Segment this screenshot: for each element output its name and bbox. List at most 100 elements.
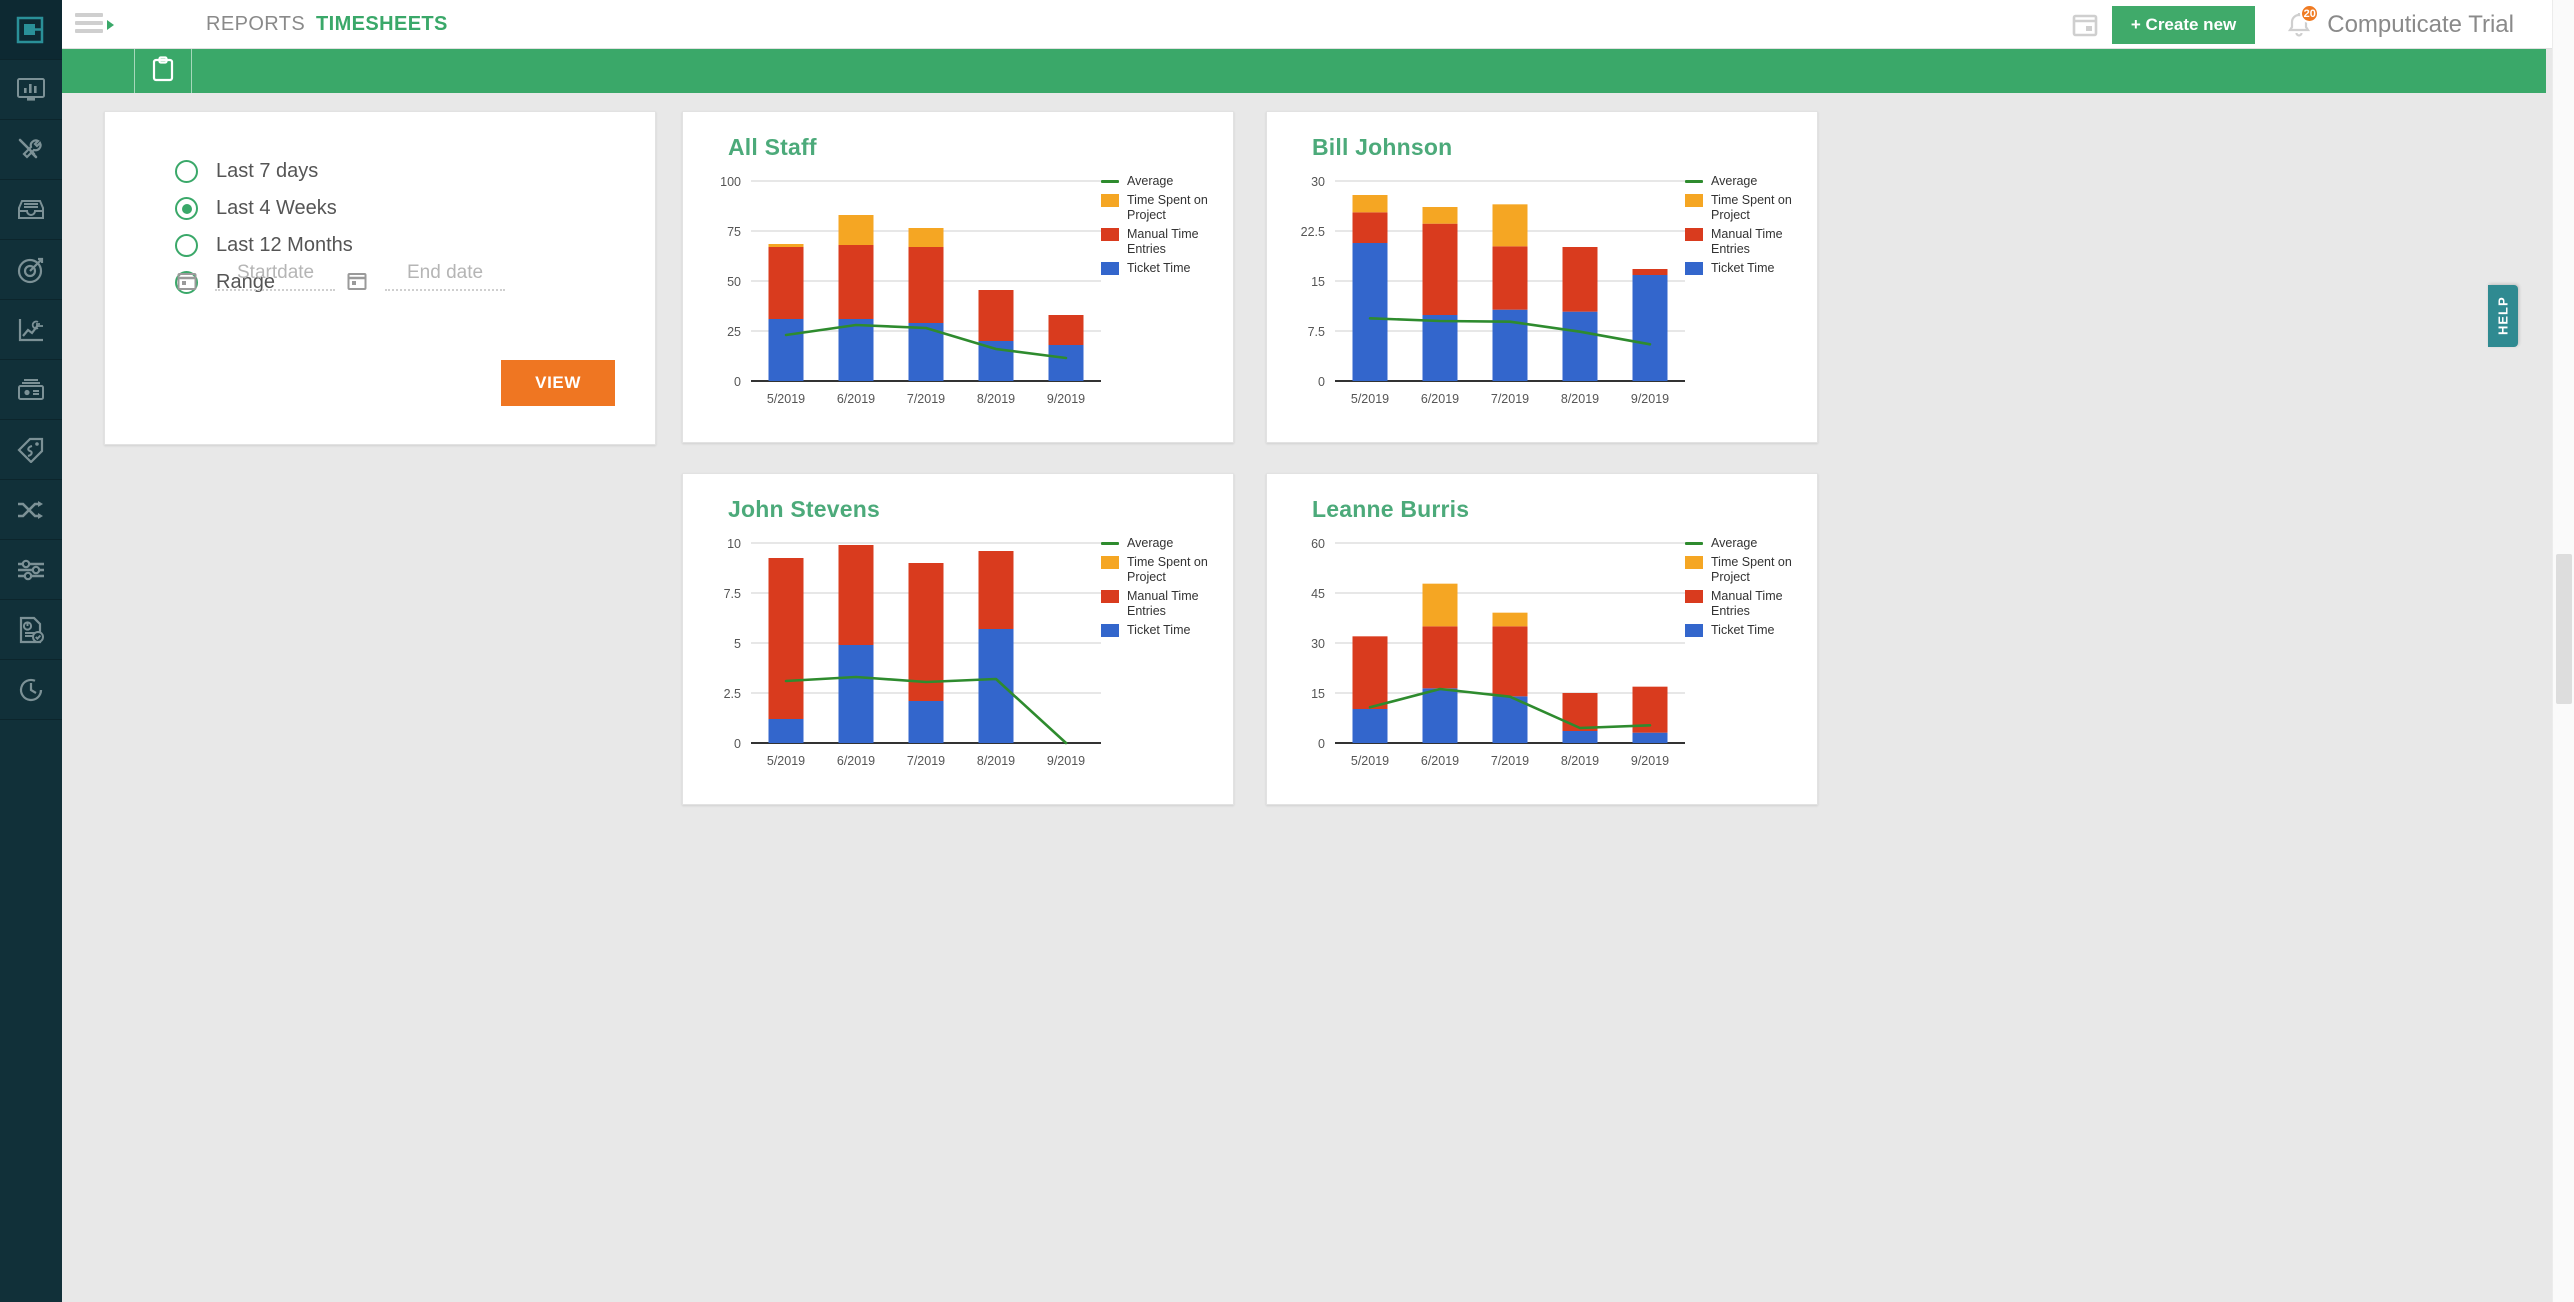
svg-text:6/2019: 6/2019 — [837, 754, 875, 768]
legend-swatch-icon — [1685, 542, 1703, 545]
legend-item[interactable]: Manual Time Entries — [1101, 227, 1219, 257]
chart-plot: 0 7.5 15 22.5 30 5/2019 6/2019 7/2019 8/2019 9/20… — [1267, 167, 1697, 417]
euro-line-chart-icon — [18, 318, 43, 341]
svg-text:8/2019: 8/2019 — [977, 392, 1015, 406]
legend-label: Ticket Time — [1127, 623, 1191, 637]
sidebar-item-revenue[interactable] — [0, 300, 62, 360]
legend-item[interactable]: Average — [1685, 174, 1803, 189]
legend-item[interactable]: Average — [1101, 536, 1219, 551]
sidebar-item-tools[interactable] — [0, 120, 62, 180]
svg-text:0: 0 — [1318, 375, 1325, 389]
legend-item[interactable]: Manual Time Entries — [1101, 589, 1219, 619]
svg-text:6/2019: 6/2019 — [1421, 754, 1459, 768]
chart-title: John Stevens — [728, 496, 880, 522]
end-date-field[interactable] — [347, 262, 505, 291]
start-date-input[interactable] — [215, 262, 335, 291]
sidebar-item-reports[interactable] — [0, 600, 62, 660]
legend-label: Ticket Time — [1711, 261, 1775, 275]
chart-legend: Average Time Spent on Project Manual Time … — [1101, 536, 1219, 642]
tab-reports[interactable]: REPORTS — [192, 0, 319, 49]
svg-text:7.5: 7.5 — [724, 587, 741, 601]
sidebar-item-settings[interactable] — [0, 540, 62, 600]
chart-plot: 0 25 50 75 100 5/2019 6/2019 7/2019 8/2019 9/2019 — [683, 167, 1113, 417]
legend-swatch-icon — [1685, 624, 1703, 637]
svg-text:9/2019: 9/2019 — [1047, 392, 1085, 406]
sidebar-item-dashboard[interactable] — [0, 60, 62, 120]
sidebar-item-billing[interactable] — [0, 360, 62, 420]
sliders-icon — [18, 559, 44, 580]
chart-svg: 0 25 50 75 100 5/2019 6/2019 7/2019 8/2019 9/2019 — [720, 175, 1101, 406]
timesheets-toolbar-button[interactable] — [134, 45, 192, 93]
sidebar-item-timesheets[interactable] — [0, 660, 62, 720]
report-check-icon — [19, 616, 44, 643]
vertical-scrollbar[interactable] — [2552, 0, 2574, 1302]
account-name[interactable]: Computicate Trial — [2327, 11, 2574, 39]
view-button[interactable]: VIEW — [501, 360, 615, 406]
chart-card-bill-johnson: Bill Johnson 0 7.5 15 22.5 30 5/2019 6/2019 7/2… — [1266, 111, 1818, 443]
sidebar-item-targets[interactable] — [0, 240, 62, 300]
date-filter-panel: Last 7 days Last 4 Weeks Last 12 Months … — [104, 111, 656, 445]
legend-swatch-icon — [1101, 624, 1119, 637]
chart-title: Leanne Burris — [1312, 496, 1470, 522]
sidebar-item-inbox[interactable] — [0, 180, 62, 240]
legend-item[interactable]: Manual Time Entries — [1685, 227, 1803, 257]
legend-swatch-icon — [1101, 228, 1119, 241]
legend-item[interactable]: Time Spent on Project — [1101, 193, 1219, 223]
tab-timesheets[interactable]: TIMESHEETS — [302, 0, 462, 49]
svg-text:22.5: 22.5 — [1301, 225, 1325, 239]
top-bar-actions: + Create new 20 Computicate Trial — [2058, 0, 2574, 49]
radio-icon — [175, 197, 198, 220]
legend-item[interactable]: Time Spent on Project — [1685, 555, 1803, 585]
sidebar-item-products[interactable] — [0, 420, 62, 480]
sidebar-item-logo[interactable] — [0, 0, 62, 60]
radio-label: Last 12 Months — [216, 234, 353, 256]
notifications-button[interactable]: 20 — [2271, 0, 2327, 49]
svg-text:10: 10 — [727, 537, 741, 551]
help-tab-button[interactable]: HELP — [2488, 285, 2518, 347]
chart-plot: 0 15 30 45 60 5/2019 6/2019 7/2019 8/2019 9/2019 — [1267, 529, 1697, 779]
chart-legend: Average Time Spent on Project Manual Time … — [1685, 536, 1803, 642]
start-date-field[interactable] — [177, 262, 335, 291]
svg-text:0: 0 — [734, 737, 741, 751]
svg-text:7/2019: 7/2019 — [907, 392, 945, 406]
legend-item[interactable]: Time Spent on Project — [1101, 555, 1219, 585]
legend-label: Average — [1127, 536, 1174, 550]
scrollbar-thumb[interactable] — [2556, 554, 2572, 704]
legend-item[interactable]: Ticket Time — [1685, 623, 1803, 638]
legend-label: Average — [1127, 174, 1174, 188]
svg-text:9/2019: 9/2019 — [1631, 392, 1669, 406]
chart-legend: Average Time Spent on Project Manual Time … — [1685, 174, 1803, 280]
svg-text:100: 100 — [720, 175, 741, 189]
svg-text:9/2019: 9/2019 — [1631, 754, 1669, 768]
svg-text:5/2019: 5/2019 — [1351, 754, 1389, 768]
create-new-button[interactable]: + Create new — [2111, 5, 2256, 44]
radio-last-4-weeks[interactable]: Last 4 Weeks — [175, 197, 337, 220]
legend-item[interactable]: Manual Time Entries — [1685, 589, 1803, 619]
legend-label: Time Spent on Project — [1711, 193, 1792, 222]
chart-svg: 0 7.5 15 22.5 30 5/2019 6/2019 7/2019 8/2019 9/20… — [1301, 175, 1685, 406]
legend-item[interactable]: Ticket Time — [1101, 623, 1219, 638]
legend-item[interactable]: Average — [1101, 174, 1219, 189]
legend-item[interactable]: Time Spent on Project — [1685, 193, 1803, 223]
legend-item[interactable]: Ticket Time — [1685, 261, 1803, 276]
end-date-input[interactable] — [385, 262, 505, 291]
calendar-button[interactable] — [2058, 0, 2112, 49]
tools-icon — [18, 138, 42, 159]
menu-toggle-button[interactable] — [75, 10, 121, 40]
monitor-chart-icon — [17, 77, 45, 101]
legend-item[interactable]: Ticket Time — [1101, 261, 1219, 276]
inbox-tray-icon — [18, 199, 44, 219]
app-logo-icon — [16, 16, 44, 43]
sidebar-item-workflows[interactable] — [0, 480, 62, 540]
legend-label: Manual Time Entries — [1711, 589, 1783, 618]
radio-last-7-days[interactable]: Last 7 days — [175, 160, 318, 183]
top-bar: REPORTS TIMESHEETS + Create new 20 Compu… — [62, 0, 2574, 49]
legend-item[interactable]: Average — [1685, 536, 1803, 551]
clipboard-icon — [152, 56, 174, 82]
chart-svg: 0 2.5 5 7.5 10 5/2019 6/2019 7/2019 8/2019 9/2019 — [724, 537, 1101, 768]
radio-icon — [175, 160, 198, 183]
legend-swatch-icon — [1685, 556, 1703, 569]
legend-label: Average — [1711, 536, 1758, 550]
legend-label: Time Spent on Project — [1127, 555, 1208, 584]
radio-last-12-months[interactable]: Last 12 Months — [175, 234, 353, 257]
